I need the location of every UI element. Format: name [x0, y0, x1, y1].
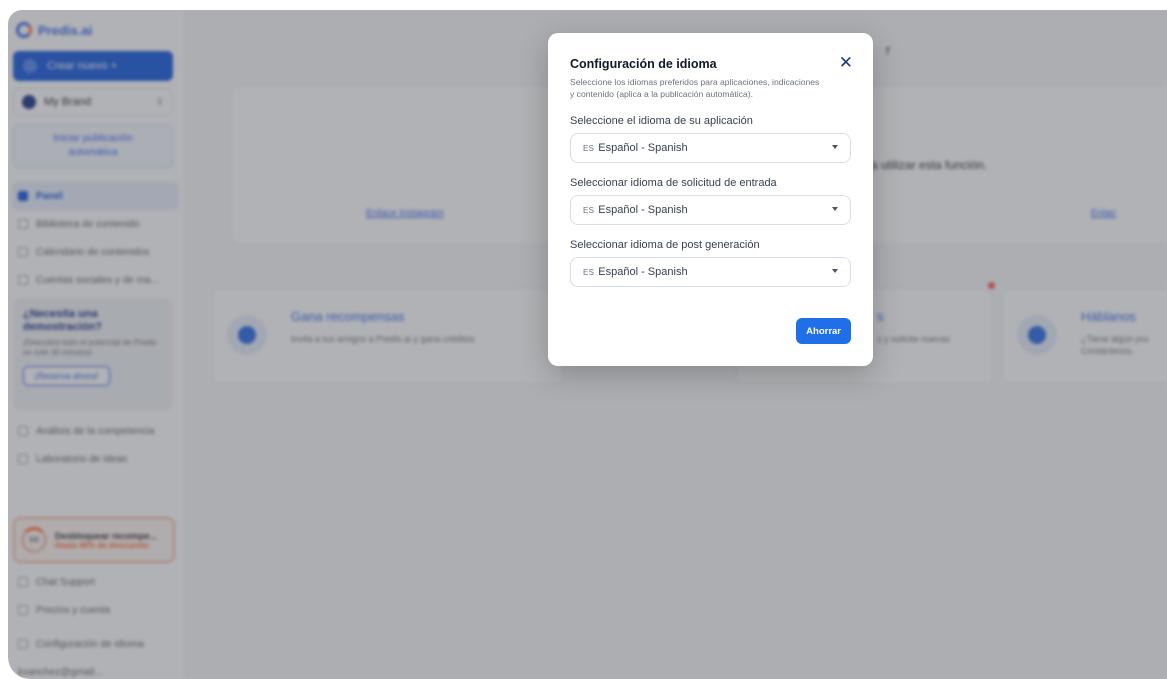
- input-language-label: Seleccionar idioma de solicitud de entra…: [570, 177, 777, 189]
- dialog-title: Configuración de idioma: [570, 57, 717, 71]
- caret-down-icon: [832, 145, 838, 149]
- post-language-label: Seleccionar idioma de post generación: [570, 239, 760, 251]
- language-code: ES: [583, 143, 595, 153]
- selected-language: Español - Spanish: [598, 142, 688, 154]
- post-language-select[interactable]: ES Español - Spanish: [570, 257, 851, 287]
- caret-down-icon: [832, 207, 838, 211]
- language-settings-dialog: Configuración de idioma Seleccione los i…: [548, 33, 873, 366]
- language-code: ES: [583, 267, 595, 277]
- selected-language: Español - Spanish: [598, 204, 688, 216]
- selected-language: Español - Spanish: [598, 266, 688, 278]
- close-icon[interactable]: ✕: [839, 54, 853, 71]
- caret-down-icon: [832, 269, 838, 273]
- input-language-select[interactable]: ES Español - Spanish: [570, 195, 851, 225]
- save-button[interactable]: Ahorrar: [796, 318, 851, 344]
- app-language-select[interactable]: ES Español - Spanish: [570, 133, 851, 163]
- dialog-subtitle: Seleccione los idiomas preferidos para a…: [570, 77, 820, 99]
- language-code: ES: [583, 205, 595, 215]
- app-language-label: Seleccione el idioma de su aplicación: [570, 115, 753, 127]
